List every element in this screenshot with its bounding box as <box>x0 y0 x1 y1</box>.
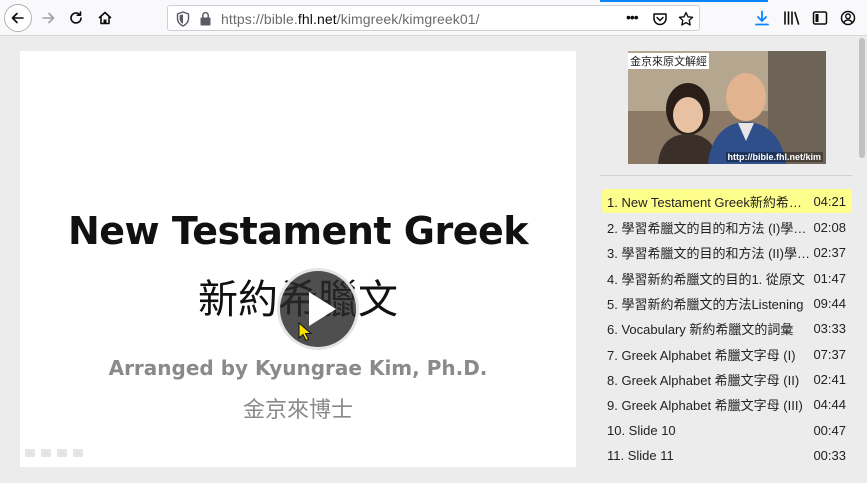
playlist-item[interactable]: 4. 學習新約希臘文的目的1. 從原文 01:47 <box>602 266 852 290</box>
reload-button[interactable] <box>62 4 90 32</box>
library-button[interactable] <box>778 4 806 32</box>
playlist-item-title: 10. Slide 10 <box>607 422 676 438</box>
playlist-item-title: 5. 學習新約希臘文的方法Listening <box>607 296 804 312</box>
playlist-item[interactable]: 2. 學習希臘文的目的和方法 (I)學習希臘文02:08 <box>602 215 852 239</box>
shield-icon[interactable] <box>176 11 190 27</box>
downloads-button[interactable] <box>748 4 776 32</box>
playlist-item-title: 2. 學習希臘文的目的和方法 (I)學習希臘文 <box>607 220 814 236</box>
playlist-item[interactable]: 11. Slide 11 00:33 <box>602 443 852 467</box>
pointer-icon <box>298 322 312 342</box>
back-button[interactable] <box>4 4 32 32</box>
account-button[interactable] <box>834 4 862 32</box>
prev-slide-icon[interactable] <box>25 449 35 457</box>
forward-button[interactable] <box>34 4 62 32</box>
browser-toolbar: https://bible.fhl.net/kimgreek/kimgreek0… <box>0 0 867 36</box>
library-icon <box>784 11 800 25</box>
playlist-item-title: 7. Greek Alphabet 希臘文字母 (I) <box>607 347 796 363</box>
presenter-thumbnail[interactable]: 金京來原文解經 http://bible.fhl.net/kim <box>628 51 826 164</box>
pen-icon[interactable] <box>41 449 51 457</box>
star-icon[interactable] <box>678 11 694 27</box>
thumbnail-url: http://bible.fhl.net/kim <box>725 152 823 162</box>
playlist-item-title: 8. Greek Alphabet 希臘文字母 (II) <box>607 372 800 388</box>
play-button[interactable] <box>277 268 359 350</box>
playlist-item-title: 9. Greek Alphabet 希臘文字母 (III) <box>607 397 803 413</box>
playlist-item-duration: 00:33 <box>813 447 846 463</box>
slide-title: New Testament Greek <box>67 209 529 253</box>
playlist-item[interactable]: 9. Greek Alphabet 希臘文字母 (III) 04:44 <box>602 392 852 416</box>
thumbnail-caption: 金京來原文解經 <box>628 53 709 69</box>
slide-author: Arranged by Kyungrae Kim, Ph.D. <box>108 356 488 380</box>
playlist-item-duration: 02:37 <box>813 244 846 260</box>
next-slide-icon[interactable] <box>73 449 83 457</box>
url-path: /kimgreek/kimgreek01/ <box>336 11 480 27</box>
playlist-item-title: 11. Slide 11 <box>607 447 674 463</box>
url-host: fhl.net <box>297 11 337 27</box>
url-prefix: https://bible. <box>221 11 298 27</box>
playlist-item[interactable]: 7. Greek Alphabet 希臘文字母 (I) 07:37 <box>602 342 852 366</box>
active-tab-indicator <box>600 0 768 2</box>
reload-icon <box>70 11 82 24</box>
divider <box>600 175 852 176</box>
lock-icon[interactable] <box>199 11 212 26</box>
playlist-item-title: 6. Vocabulary 新約希臘文的詞彙 <box>607 321 794 337</box>
page-actions-button[interactable]: ••• <box>626 9 639 25</box>
url-bar[interactable]: https://bible.fhl.net/kimgreek/kimgreek0… <box>167 5 700 31</box>
playlist-item-duration: 09:44 <box>813 295 846 311</box>
playlist-item-duration: 04:21 <box>813 193 846 209</box>
menu-icon[interactable] <box>57 449 67 457</box>
play-icon <box>309 292 336 326</box>
playlist-item-duration: 02:08 <box>813 219 846 235</box>
page-scrollbar[interactable] <box>858 38 866 478</box>
slide-author-chinese: 金京來博士 <box>242 398 353 423</box>
playlist-item[interactable]: 1. New Testament Greek新約希臘文 04:21 <box>602 189 852 213</box>
playlist-item-title: 1. New Testament Greek新約希臘文 <box>607 194 814 210</box>
arrow-left-icon <box>11 12 24 24</box>
playlist-item[interactable]: 6. Vocabulary 新約希臘文的詞彙 03:33 <box>602 316 852 340</box>
video-player[interactable]: New Testament Greek 新約希臘文 Arranged by Ky… <box>20 51 576 467</box>
playlist-item[interactable]: 8. Greek Alphabet 希臘文字母 (II) 02:41 <box>602 367 852 391</box>
home-icon <box>98 11 112 25</box>
sidebar-button[interactable] <box>806 4 834 32</box>
playlist-item-duration: 04:44 <box>813 396 846 412</box>
playlist-item[interactable]: 3. 學習希臘文的目的和方法 (II)學習希臘文02:37 <box>602 240 852 264</box>
playlist-item-duration: 02:41 <box>813 371 846 387</box>
slide-controls[interactable] <box>25 449 83 457</box>
playlist-item-title: 3. 學習希臘文的目的和方法 (II)學習希臘文 <box>607 245 814 261</box>
account-icon <box>840 10 856 26</box>
playlist-item[interactable]: 10. Slide 10 00:47 <box>602 418 852 442</box>
playlist-item-duration: 00:47 <box>813 422 846 438</box>
home-button[interactable] <box>91 4 119 32</box>
scrollbar-thumb[interactable] <box>859 38 865 158</box>
playlist-item-duration: 03:33 <box>813 320 846 336</box>
sidebar-icon <box>812 11 828 25</box>
playlist-item-duration: 01:47 <box>813 270 846 286</box>
playlist-item[interactable]: 5. 學習新約希臘文的方法Listening 09:44 <box>602 291 852 315</box>
pocket-icon[interactable] <box>652 11 668 27</box>
playlist-item-title: 4. 學習新約希臘文的目的1. 從原文 <box>607 271 805 287</box>
arrow-right-icon <box>42 12 55 24</box>
url-text[interactable]: https://bible.fhl.net/kimgreek/kimgreek0… <box>221 11 480 27</box>
download-icon <box>755 10 769 26</box>
playlist-item-duration: 07:37 <box>813 346 846 362</box>
